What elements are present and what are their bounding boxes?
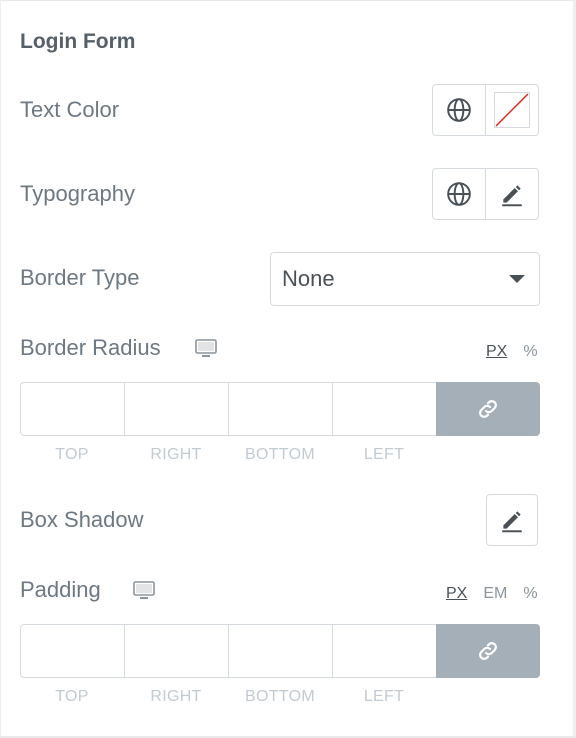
field-label-left: LEFT: [363, 446, 405, 463]
field-label-top: TOP: [55, 446, 89, 463]
field-label-bottom: BOTTOM: [245, 446, 315, 463]
globe-icon: [447, 182, 471, 206]
border-type-label: Border Type: [20, 265, 140, 290]
section-title[interactable]: Login Form: [20, 30, 135, 54]
global-typography-button[interactable]: [433, 169, 485, 219]
edit-typography-button[interactable]: [485, 169, 538, 219]
unit-px[interactable]: PX: [486, 343, 507, 361]
border-radius-dimensions: [20, 382, 540, 436]
chevron-down-icon: [509, 275, 525, 283]
text-color-controls: [432, 84, 539, 136]
link-values-button[interactable]: [436, 382, 540, 436]
border-radius-right-input[interactable]: [124, 382, 228, 436]
field-label-right: RIGHT: [150, 688, 202, 705]
padding-dimensions: [20, 624, 540, 678]
padding-field-labels: TOP RIGHT BOTTOM LEFT: [20, 688, 436, 706]
globe-icon: [447, 98, 471, 122]
desktop-icon[interactable]: [133, 581, 155, 601]
field-label-left: LEFT: [363, 688, 405, 705]
unit-em[interactable]: EM: [483, 585, 507, 603]
text-color-label: Text Color: [20, 97, 120, 122]
padding-units: PX EM %: [446, 585, 538, 603]
padding-top-input[interactable]: [20, 624, 124, 678]
link-icon: [479, 642, 497, 660]
unit-percent[interactable]: %: [523, 343, 537, 361]
border-radius-field-labels: TOP RIGHT BOTTOM LEFT: [20, 446, 436, 464]
unit-px[interactable]: PX: [446, 585, 467, 603]
border-type-value: None: [282, 266, 335, 291]
padding-right-input[interactable]: [124, 624, 228, 678]
color-picker-button[interactable]: [485, 85, 538, 135]
link-icon: [479, 400, 497, 418]
link-values-button[interactable]: [436, 624, 540, 678]
field-label-top: TOP: [55, 688, 89, 705]
typography-controls: [432, 168, 539, 220]
border-radius-units: PX %: [486, 343, 538, 361]
border-radius-top-input[interactable]: [20, 382, 124, 436]
padding-left-input[interactable]: [332, 624, 436, 678]
panel-top-border: [0, 0, 576, 1]
border-radius-bottom-input[interactable]: [228, 382, 332, 436]
border-radius-left-input[interactable]: [332, 382, 436, 436]
global-colors-button[interactable]: [433, 85, 485, 135]
pencil-icon: [502, 185, 522, 207]
panel-left-border: [0, 0, 1, 738]
field-label-right: RIGHT: [150, 446, 202, 463]
edit-box-shadow-button[interactable]: [486, 494, 538, 546]
desktop-icon[interactable]: [195, 339, 217, 359]
border-radius-label: Border Radius: [20, 335, 161, 360]
field-label-bottom: BOTTOM: [245, 688, 315, 705]
padding-label: Padding: [20, 577, 101, 602]
unit-percent[interactable]: %: [523, 585, 537, 603]
box-shadow-label: Box Shadow: [20, 507, 144, 532]
padding-bottom-input[interactable]: [228, 624, 332, 678]
border-type-select[interactable]: None: [270, 252, 540, 306]
typography-label: Typography: [20, 181, 135, 206]
color-swatch-empty: [494, 92, 530, 128]
pencil-icon: [502, 511, 522, 533]
